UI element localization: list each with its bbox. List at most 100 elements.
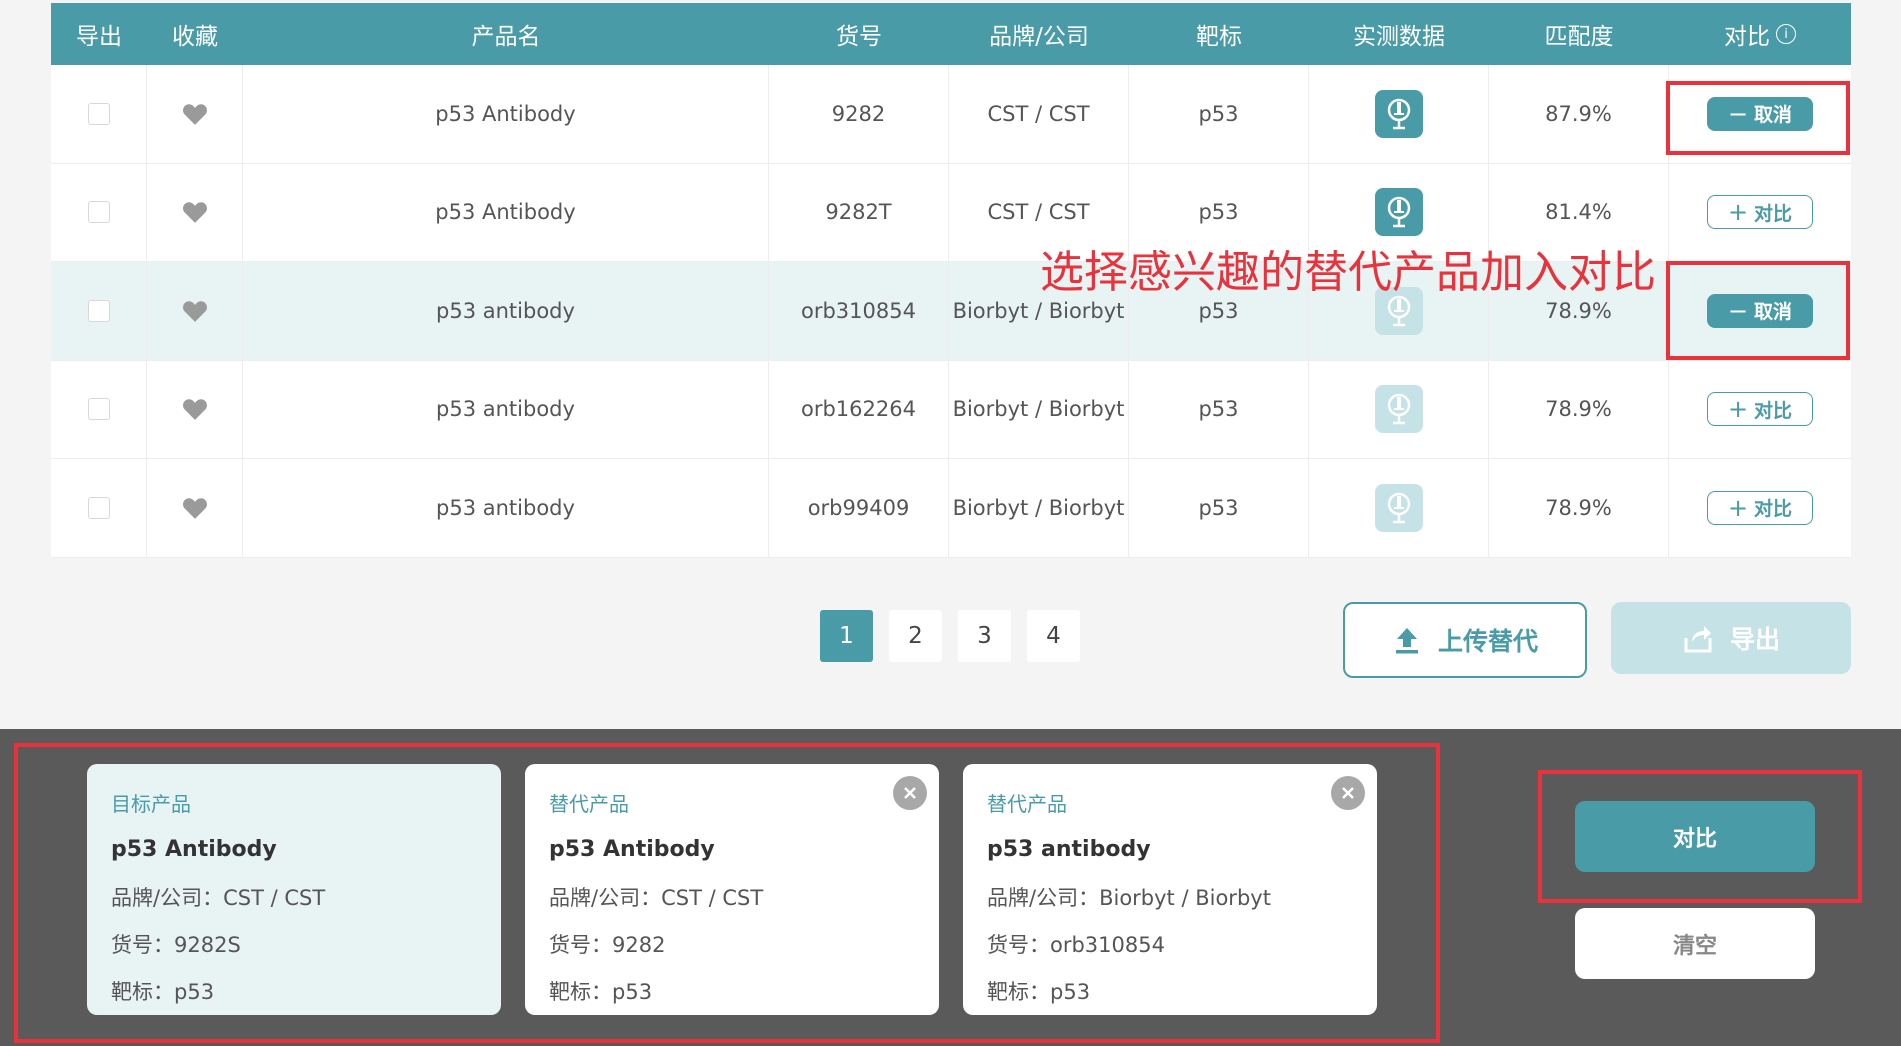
export-checkbox[interactable] [87,201,110,224]
card-target: 靶标：p53 [987,980,1091,1004]
header-catalog: 货号 [836,24,882,50]
highlight-box-row1 [1666,81,1850,155]
export-cell [51,163,147,261]
target-name: p53 [1129,65,1309,163]
export-checkbox[interactable] [87,102,110,125]
export-icon [1684,626,1712,653]
toggle-symbol: + [1727,395,1749,424]
card-catalog: 货号：9282S [111,933,241,957]
clear-button[interactable]: 清空 [1575,908,1815,979]
export-checkbox[interactable] [87,299,110,322]
compare-cell: + 对比 [1669,459,1851,557]
compare-card-alternative-1: 替代产品 p53 Antibody 品牌/公司：CST / CST 货号：928… [525,764,939,1015]
favorite-cell [147,262,243,360]
card-brand: 品牌/公司：CST / CST [111,886,326,910]
heart-icon[interactable] [182,496,208,520]
favorite-cell [147,360,243,458]
favorite-cell [147,65,243,163]
data-cell [1309,65,1489,163]
card-type: 替代产品 [987,792,1067,816]
catalog-number: 9282T [769,163,949,261]
target-name: p53 [1129,360,1309,458]
brand-company: Biorbyt / Biorbyt [949,459,1129,557]
card-target: 靶标：p53 [549,980,653,1004]
product-name: p53 Antibody [243,163,769,261]
heart-icon[interactable] [182,200,208,224]
catalog-number: 9282 [769,65,949,163]
page-4[interactable]: 4 [1027,610,1080,662]
page-1[interactable]: 1 [820,610,873,662]
info-icon[interactable]: i [1776,24,1796,44]
match-score: 87.9% [1489,65,1669,163]
card-product-name: p53 Antibody [111,837,277,862]
export-checkbox[interactable] [87,398,110,421]
annotation-text: 选择感兴趣的替代产品加入对比 [1040,247,1656,298]
header-compare: 对比 i [1669,17,1851,51]
match-score: 78.9% [1489,360,1669,458]
heart-icon[interactable] [182,102,208,126]
page-3[interactable]: 3 [958,610,1011,662]
close-icon[interactable] [893,776,927,810]
card-catalog: 货号：orb310854 [987,933,1165,957]
card-product-name: p53 antibody [987,837,1151,862]
table-row: p53 antibody orb99409 Biorbyt / Biorbyt … [51,459,1851,558]
upload-alternative-button[interactable]: 上传替代 [1343,602,1587,678]
compare-cell: + 对比 [1669,164,1851,262]
header-export: 导出 [76,24,122,50]
product-name: p53 antibody [243,262,769,360]
compare-card-target: 目标产品 p53 Antibody 品牌/公司：CST / CST 货号：928… [87,764,501,1015]
header-match: 匹配度 [1544,24,1614,50]
product-name: p53 antibody [243,360,769,458]
target-name: p53 [1129,459,1309,557]
compare-toggle-button[interactable]: + 对比 [1707,392,1813,427]
compare-button[interactable]: 对比 [1575,801,1815,872]
toggle-label: 对比 [1754,399,1793,422]
catalog-number: orb99409 [769,459,949,557]
compare-cell: + 对比 [1669,361,1851,459]
toggle-symbol: + [1727,198,1749,227]
export-cell [51,360,147,458]
header-brand: 品牌/公司 [989,24,1089,50]
toggle-symbol: + [1727,493,1749,522]
card-type: 替代产品 [549,792,629,816]
favorite-cell [147,163,243,261]
card-target: 靶标：p53 [111,980,215,1004]
export-checkbox[interactable] [87,496,110,519]
header-data: 实测数据 [1353,24,1445,50]
microscope-icon[interactable] [1374,385,1423,434]
pagination: 1 2 3 4 [820,610,1080,662]
data-cell [1309,360,1489,458]
header-target: 靶标 [1196,24,1242,50]
brand-company: Biorbyt / Biorbyt [949,360,1129,458]
card-catalog: 货号：9282 [549,933,666,957]
heart-icon[interactable] [182,397,208,421]
table-row: p53 Antibody 9282 CST / CST p53 87.9% − … [51,65,1851,164]
export-cell [51,65,147,163]
page-2[interactable]: 2 [889,610,942,662]
data-cell [1309,459,1489,557]
card-type: 目标产品 [111,792,191,816]
export-cell [51,262,147,360]
microscope-icon[interactable] [1374,483,1423,532]
catalog-number: orb310854 [769,262,949,360]
export-label: 导出 [1729,625,1780,654]
export-button[interactable]: 导出 [1611,602,1851,674]
close-icon[interactable] [1331,776,1365,810]
export-cell [51,459,147,557]
heart-icon[interactable] [182,299,208,323]
upload-icon [1395,628,1418,654]
toggle-label: 对比 [1754,202,1793,225]
brand-company: CST / CST [949,65,1129,163]
table-header: 导出 收藏 产品名 货号 品牌/公司 靶标 实测数据 匹配度 对比 i [51,3,1851,65]
microscope-icon[interactable] [1374,188,1423,237]
table-row: p53 antibody orb162264 Biorbyt / Biorbyt… [51,360,1851,459]
compare-toggle-button[interactable]: + 对比 [1707,490,1813,525]
card-product-name: p53 Antibody [549,837,715,862]
header-product: 产品名 [471,24,541,50]
match-score: 78.9% [1489,459,1669,557]
card-brand: 品牌/公司：CST / CST [549,886,764,910]
compare-toggle-button[interactable]: + 对比 [1707,195,1813,230]
toggle-label: 对比 [1754,498,1793,521]
microscope-icon[interactable] [1374,89,1423,138]
card-brand: 品牌/公司：Biorbyt / Biorbyt [987,886,1271,910]
